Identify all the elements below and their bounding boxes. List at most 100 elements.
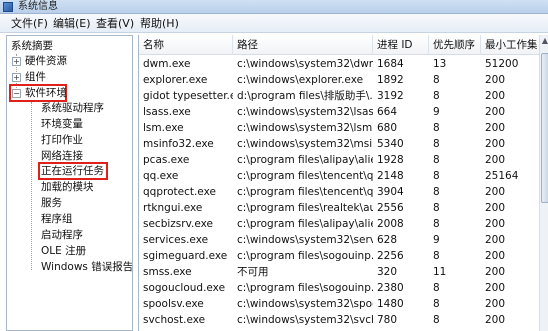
tree-item-system-summary[interactable]: 系统摘要 bbox=[11, 38, 53, 54]
table-row[interactable]: sgimeguard.exe c:\program files\sogouinp.… bbox=[139, 248, 539, 264]
table-row[interactable]: secbizsrv.exe c:\program files\alipay\ali… bbox=[139, 216, 539, 232]
cell-priority: 13 bbox=[433, 58, 447, 70]
table-row[interactable]: dwm.exe c:\windows\system32\dwm... 1684 13 5… bbox=[139, 56, 539, 72]
column-header-name[interactable]: 名称 bbox=[139, 35, 233, 55]
cell-min-working-set: 200 bbox=[485, 122, 506, 134]
menu-edit[interactable]: 编辑(E) bbox=[50, 14, 94, 33]
table-row[interactable]: explorer.exe c:\windows\explorer.exe 1892 8… bbox=[139, 72, 539, 88]
table-row[interactable]: gidot typesetter.e... d:\program files\排版… bbox=[139, 88, 539, 104]
tree-item-environment-variables[interactable]: 环境变量 bbox=[41, 116, 83, 132]
cell-path: c:\program files\alipay\alie... bbox=[237, 218, 373, 230]
cell-process-id: 780 bbox=[377, 314, 398, 326]
column-header-min-working-set[interactable]: 最小工作集 bbox=[481, 35, 539, 55]
cell-process-id: 2380 bbox=[377, 282, 404, 294]
menu-file[interactable]: 文件(F) bbox=[8, 14, 51, 33]
cell-path: c:\program files\tencent\q... bbox=[237, 170, 373, 182]
menu-help[interactable]: 帮助(H) bbox=[137, 14, 182, 33]
cell-min-working-set: 200 bbox=[485, 202, 506, 214]
cell-min-working-set: 51200 bbox=[485, 58, 519, 70]
tree-item-system-drivers[interactable]: 系统驱动程序 bbox=[41, 100, 104, 116]
cell-name: dwm.exe bbox=[143, 58, 191, 70]
table-row[interactable]: msinfo32.exe c:\windows\system32\msin... 5… bbox=[139, 136, 539, 152]
table-row[interactable]: smss.exe 不可用 320 11 200 bbox=[139, 264, 539, 280]
cell-name: pcas.exe bbox=[143, 154, 190, 166]
cell-process-id: 320 bbox=[377, 266, 398, 278]
cell-name: explorer.exe bbox=[143, 74, 208, 86]
column-header-path[interactable]: 路径 bbox=[233, 35, 373, 55]
cell-path: c:\windows\system32\spoo... bbox=[237, 298, 373, 310]
scroll-up-arrow-icon[interactable]: ▲ bbox=[540, 35, 548, 47]
cell-min-working-set: 25164 bbox=[485, 170, 519, 182]
table-row[interactable]: lsass.exe c:\windows\system32\lsass... 664… bbox=[139, 104, 539, 120]
table-row[interactable]: lsm.exe c:\windows\system32\lsm.e... 680 8 2… bbox=[139, 120, 539, 136]
tree-item-program-groups[interactable]: 程序组 bbox=[41, 211, 73, 227]
expand-icon[interactable]: + bbox=[12, 57, 21, 66]
menu-view[interactable]: 查看(V) bbox=[93, 14, 137, 33]
cell-process-id: 1480 bbox=[377, 298, 404, 310]
table-row[interactable]: spoolsv.exe c:\windows\system32\spoo... 14… bbox=[139, 296, 539, 312]
cell-process-id: 2256 bbox=[377, 250, 404, 262]
cell-min-working-set: 200 bbox=[485, 138, 506, 150]
table-row[interactable]: pcas.exe c:\program files\alipay\alie... 1… bbox=[139, 152, 539, 168]
cell-path: c:\program files\sogouinp... bbox=[237, 250, 373, 262]
tree-item-software-environment[interactable]: 软件环境 bbox=[25, 85, 67, 101]
cell-process-id: 2008 bbox=[377, 218, 404, 230]
tree-item-startup-programs[interactable]: 启动程序 bbox=[41, 227, 83, 243]
scrollbar-thumb[interactable] bbox=[541, 53, 548, 203]
cell-path: c:\windows\system32\lsass... bbox=[237, 106, 373, 118]
cell-priority: 8 bbox=[433, 154, 440, 166]
tree-item-services[interactable]: 服务 bbox=[41, 195, 62, 211]
cell-name: rtkngui.exe bbox=[143, 202, 203, 214]
cell-process-id: 1928 bbox=[377, 154, 404, 166]
column-header-process-id[interactable]: 进程 ID bbox=[373, 35, 429, 55]
cell-path: 不可用 bbox=[237, 266, 269, 278]
cell-path: c:\program files\tencent\q... bbox=[237, 186, 373, 198]
title-bar: 系统信息 bbox=[0, 0, 548, 14]
tree-item-print-jobs[interactable]: 打印作业 bbox=[41, 132, 83, 148]
cell-priority: 8 bbox=[433, 138, 440, 150]
table-row[interactable]: qq.exe c:\program files\tencent\q... 2148 8… bbox=[139, 168, 539, 184]
cell-path: c:\windows\system32\svch... bbox=[237, 314, 373, 326]
cell-name: qqprotect.exe bbox=[143, 186, 216, 198]
tree-item-windows-error-reporting[interactable]: Windows 错误报告 bbox=[41, 259, 132, 275]
system-info-app-icon bbox=[3, 2, 13, 12]
cell-priority: 8 bbox=[433, 314, 440, 326]
cell-process-id: 2556 bbox=[377, 202, 404, 214]
table-row[interactable]: services.exe c:\windows\system32\servi...… bbox=[139, 232, 539, 248]
cell-name: lsm.exe bbox=[143, 122, 184, 134]
expand-icon[interactable]: + bbox=[12, 73, 21, 82]
cell-path: c:\program files\realtek\au... bbox=[237, 202, 373, 214]
tree-item-hardware-resources[interactable]: 硬件资源 bbox=[25, 53, 67, 69]
table-row[interactable]: qqprotect.exe c:\program files\tencent\q.… bbox=[139, 184, 539, 200]
cell-process-id: 3904 bbox=[377, 186, 404, 198]
cell-min-working-set: 200 bbox=[485, 314, 506, 326]
cell-name: msinfo32.exe bbox=[143, 138, 214, 150]
tree-item-ole-registration[interactable]: OLE 注册 bbox=[41, 243, 86, 259]
cell-process-id: 2148 bbox=[377, 170, 404, 182]
cell-name: gidot typesetter.e... bbox=[143, 90, 233, 102]
tree-item-loaded-modules[interactable]: 加载的模块 bbox=[41, 179, 94, 195]
category-tree[interactable]: 系统摘要 + 硬件资源 + 组件 − 软件环境 系统驱动程序 环境变量 打印作业… bbox=[6, 35, 133, 331]
cell-process-id: 680 bbox=[377, 122, 398, 134]
running-tasks-table[interactable]: 名称 路径 进程 ID 优先顺序 最小工作集 dwm.exe c:\windows… bbox=[138, 35, 548, 331]
vertical-scrollbar[interactable]: ▲ bbox=[539, 35, 548, 331]
cell-priority: 8 bbox=[433, 170, 440, 182]
table-header: 名称 路径 进程 ID 优先顺序 最小工作集 bbox=[139, 35, 539, 55]
tree-item-components[interactable]: 组件 bbox=[25, 69, 46, 85]
cell-min-working-set: 200 bbox=[485, 282, 506, 294]
cell-process-id: 664 bbox=[377, 106, 398, 118]
cell-priority: 8 bbox=[433, 90, 440, 102]
cell-name: smss.exe bbox=[143, 266, 192, 278]
cell-process-id: 1892 bbox=[377, 74, 404, 86]
cell-min-working-set: 200 bbox=[485, 234, 506, 246]
table-row[interactable]: svchost.exe c:\windows\system32\svch... 78… bbox=[139, 312, 539, 328]
table-row[interactable]: sogoucloud.exe c:\program files\sogouinp.… bbox=[139, 280, 539, 296]
tree-item-running-tasks[interactable]: 正在运行任务 bbox=[41, 163, 104, 179]
column-header-priority[interactable]: 优先顺序 bbox=[429, 35, 481, 55]
cell-path: c:\windows\explorer.exe bbox=[237, 74, 364, 86]
cell-min-working-set: 200 bbox=[485, 90, 506, 102]
cell-name: sgimeguard.exe bbox=[143, 250, 228, 262]
table-row[interactable]: rtkngui.exe c:\program files\realtek\au..… bbox=[139, 200, 539, 216]
cell-priority: 8 bbox=[433, 122, 440, 134]
collapse-icon[interactable]: − bbox=[12, 89, 21, 98]
